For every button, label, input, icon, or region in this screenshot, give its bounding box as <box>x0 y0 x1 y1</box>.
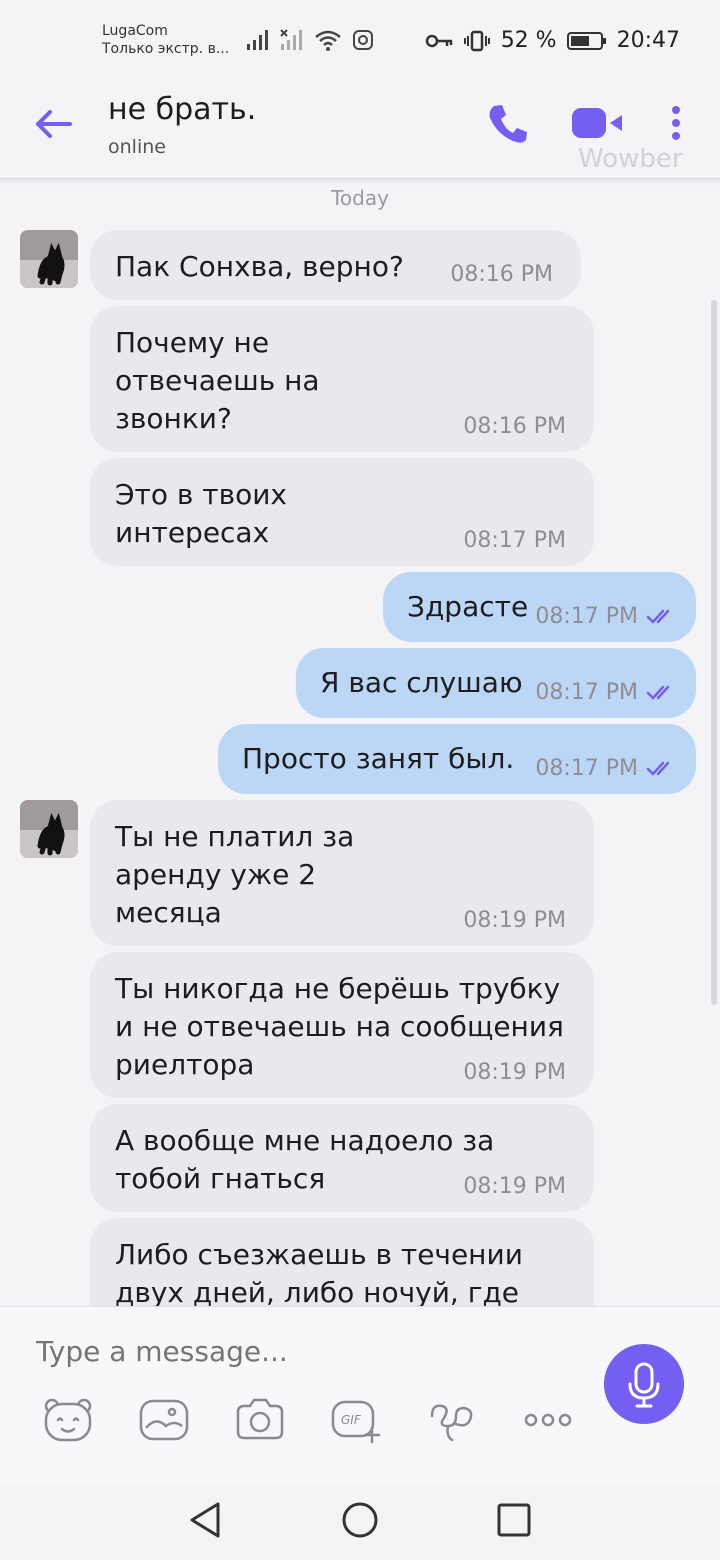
message-time: 08:17 PM <box>535 604 638 629</box>
microphone-icon <box>628 1362 660 1408</box>
svg-text:GIF: GIF <box>341 1413 362 1427</box>
key-icon <box>425 34 452 47</box>
contact-name[interactable]: не брать. <box>108 92 256 127</box>
incoming-message[interactable]: А вообще мне надоело за тобой гнаться 08… <box>90 1104 594 1212</box>
more-vertical-icon <box>672 106 680 140</box>
incoming-message[interactable]: Почему не отвечаешь на звонки? 08:16 PM <box>90 306 594 452</box>
incoming-message[interactable]: Ты никогда не берёшь трубку и не отвечае… <box>90 952 594 1098</box>
date-separator: Today <box>331 186 389 210</box>
message-time: 08:19 PM <box>463 1060 566 1085</box>
incoming-message[interactable]: Ты не платил за аренду уже 2 месяца 08:1… <box>90 800 594 946</box>
message-text: Это в твоих интересах <box>115 478 288 549</box>
message-time: 08:19 PM <box>463 1174 566 1199</box>
call-button[interactable] <box>484 100 532 148</box>
message-text: Я вас слушаю <box>320 666 523 699</box>
more-tools-button[interactable] <box>522 1396 574 1444</box>
carrier-info: LugaCom Только экстр. в... <box>102 22 229 58</box>
vibrate-icon <box>463 30 490 51</box>
bear-sticker-icon <box>44 1398 92 1442</box>
message-time: 08:17 PM <box>463 528 566 553</box>
more-options-button[interactable] <box>660 100 692 148</box>
voice-message-button[interactable] <box>604 1344 684 1424</box>
contact-status: online <box>108 136 166 158</box>
message-text: Пак Сонхва, верно? <box>115 250 404 283</box>
message-time: 08:16 PM <box>463 414 566 439</box>
circle-home-icon <box>342 1502 378 1538</box>
avatar[interactable] <box>20 800 78 858</box>
arrow-left-icon <box>36 110 72 138</box>
gallery-button[interactable] <box>138 1396 190 1444</box>
message-time: 08:17 PM <box>535 756 638 781</box>
signal-off-icon <box>280 29 302 50</box>
message-time: 08:16 PM <box>450 262 553 287</box>
clock: 20:47 <box>616 28 680 53</box>
network-icons <box>246 26 374 54</box>
camera-button[interactable] <box>234 1396 286 1444</box>
message-text: Просто занят был. <box>242 742 515 775</box>
image-icon <box>139 1399 189 1441</box>
battery-percent: 52 % <box>500 28 557 53</box>
camera-icon <box>236 1398 284 1440</box>
signal-icon <box>247 30 268 50</box>
more-horizontal-icon <box>524 1413 572 1427</box>
double-check-icon <box>646 685 670 700</box>
message-time: 08:19 PM <box>463 908 566 933</box>
instagram-icon <box>353 30 373 50</box>
carrier-status: Только экстр. в... <box>102 41 230 57</box>
wifi-icon <box>315 30 341 51</box>
incoming-message[interactable]: Пак Сонхва, верно? 08:16 PM <box>90 230 581 300</box>
phone-icon <box>489 105 527 143</box>
back-button[interactable] <box>30 104 76 144</box>
message-text: А вообще мне надоело за тобой гнаться <box>115 1124 495 1195</box>
nav-home-button[interactable] <box>340 1500 380 1540</box>
watermark: Wowber <box>578 144 683 174</box>
cat-avatar-icon <box>20 800 78 858</box>
double-check-icon <box>646 761 670 776</box>
doodle-icon <box>430 1404 473 1442</box>
outgoing-message[interactable]: Здрасте 08:17 PM <box>383 572 696 642</box>
outgoing-message[interactable]: Я вас слушаю 08:17 PM <box>296 648 696 718</box>
message-text: Либо съезжаешь в течении двух дней, либо… <box>115 1238 523 1309</box>
incoming-message[interactable]: Это в твоих интересах 08:17 PM <box>90 458 594 566</box>
triangle-back-icon <box>190 1502 220 1538</box>
gif-icon: GIF <box>331 1400 381 1444</box>
doodle-button[interactable] <box>426 1396 478 1444</box>
gif-button[interactable]: GIF <box>330 1396 382 1444</box>
message-text: Ты не платил за аренду уже 2 месяца <box>115 820 355 929</box>
square-recents-icon <box>497 1503 531 1537</box>
nav-recents-button[interactable] <box>494 1500 534 1540</box>
outgoing-message[interactable]: Просто занят был. 08:17 PM <box>218 724 696 794</box>
status-right: 52 % 20:47 <box>425 28 680 53</box>
message-text: Почему не отвечаешь на звонки? <box>115 326 320 435</box>
nav-back-button[interactable] <box>186 1500 226 1540</box>
double-check-icon <box>646 609 670 624</box>
cat-avatar-icon <box>20 230 78 288</box>
sticker-button[interactable] <box>42 1396 94 1444</box>
message-text: Здрасте <box>407 590 529 623</box>
message-input[interactable] <box>34 1330 578 1372</box>
scrollbar[interactable] <box>711 300 717 1005</box>
video-camera-icon <box>572 108 622 138</box>
avatar[interactable] <box>20 230 78 288</box>
message-time: 08:17 PM <box>535 680 638 705</box>
battery-icon <box>566 31 606 50</box>
carrier-name: LugaCom <box>102 23 168 39</box>
video-call-button[interactable] <box>568 104 630 144</box>
